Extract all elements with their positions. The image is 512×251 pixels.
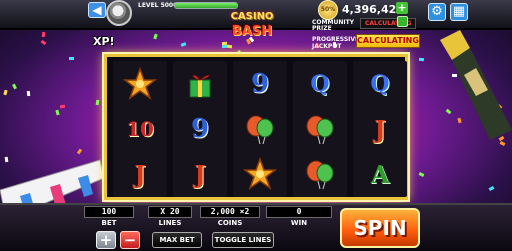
reel-symbol-10: 10 (126, 117, 154, 141)
coins-meter: 2,000 ×2 (200, 206, 260, 218)
confetti-piece (59, 104, 66, 109)
coin-balance: 4,396,423 (342, 3, 404, 16)
reel-3: 9 (233, 61, 287, 197)
reel-symbol-q: Q (370, 71, 390, 97)
reel-5: QJA (353, 61, 407, 197)
community-prize-label: COMMUNITY PRIZE (312, 19, 355, 32)
star-icon (233, 153, 287, 195)
level-label: LEVEL 5000 (138, 2, 178, 9)
reel-symbol-j: J (194, 159, 206, 189)
logo-line-1: CASINO (230, 11, 274, 22)
progressive-jackpot-label: PROGRESSIVE JACKPOT (312, 36, 360, 50)
progressive-jackpot-value: CALCULATING (356, 34, 420, 48)
add-coins-button[interactable]: + (396, 2, 408, 14)
grid-icon: ▦ (452, 4, 466, 19)
confetti-piece (418, 57, 425, 62)
bet-meter: 100 (84, 206, 134, 218)
champagne-bottle-decoration (440, 30, 512, 140)
reel-symbol-q: Q (310, 71, 330, 97)
balloon-icon (293, 108, 347, 150)
reel-symbol-9: 9 (190, 114, 210, 144)
confetti-piece (488, 186, 495, 191)
balloon-icon (293, 153, 347, 195)
reel-symbol-a: A (370, 159, 390, 189)
back-button[interactable]: ◀ (88, 2, 106, 18)
avatar[interactable] (106, 0, 132, 26)
toggle-lines-button[interactable]: TOGGLE LINES (212, 232, 274, 248)
reels-frame: 10 J 9 J 9 Q Q J A (104, 54, 408, 200)
lines-meter: X 20 (148, 206, 192, 218)
confetti-piece (499, 141, 506, 146)
reel-4: Q (293, 61, 347, 197)
spin-button[interactable]: SPIN (340, 208, 420, 248)
confetti-piece (40, 39, 47, 46)
settings-button[interactable]: ⚙ (428, 3, 446, 21)
gift-icon (173, 63, 227, 105)
bet-increase-button[interactable]: + (96, 231, 116, 249)
confetti-piece (95, 99, 100, 106)
confetti-piece (55, 109, 60, 116)
bet-decrease-button[interactable]: − (120, 231, 140, 249)
xp-label: XP! (93, 35, 115, 48)
coins-label: COINS (217, 219, 243, 227)
confetti-piece (3, 89, 8, 96)
reel-symbol-j: J (374, 114, 386, 144)
win-meter: 0 (266, 206, 332, 218)
bet-label: BET (101, 219, 117, 227)
confetti-piece (12, 83, 17, 90)
reel-symbol-j: J (134, 159, 146, 189)
confetti-piece (69, 57, 74, 60)
confetti-piece (418, 172, 425, 177)
confetti-piece (180, 42, 187, 47)
max-bet-button[interactable]: MAX BET (152, 232, 202, 248)
balloon-icon (233, 108, 287, 150)
star-icon (113, 63, 167, 105)
confetti-piece (153, 33, 158, 40)
reel-symbol-9: 9 (250, 69, 270, 99)
lines-label: LINES (158, 219, 182, 227)
win-label: WIN (290, 219, 308, 227)
gear-icon: ⚙ (431, 4, 443, 19)
reel-1: 10 J (113, 61, 167, 197)
confetti-piece (41, 31, 46, 38)
logo-line-2: BASH (231, 24, 273, 39)
community-info-button[interactable] (397, 16, 408, 27)
menu-button[interactable]: ▦ (450, 3, 468, 21)
reel-2: 9J (173, 61, 227, 197)
game-logo: CASINO BASH (212, 5, 292, 47)
coin-bonus-badge[interactable]: 50% (318, 0, 338, 20)
confetti-piece (26, 90, 31, 97)
